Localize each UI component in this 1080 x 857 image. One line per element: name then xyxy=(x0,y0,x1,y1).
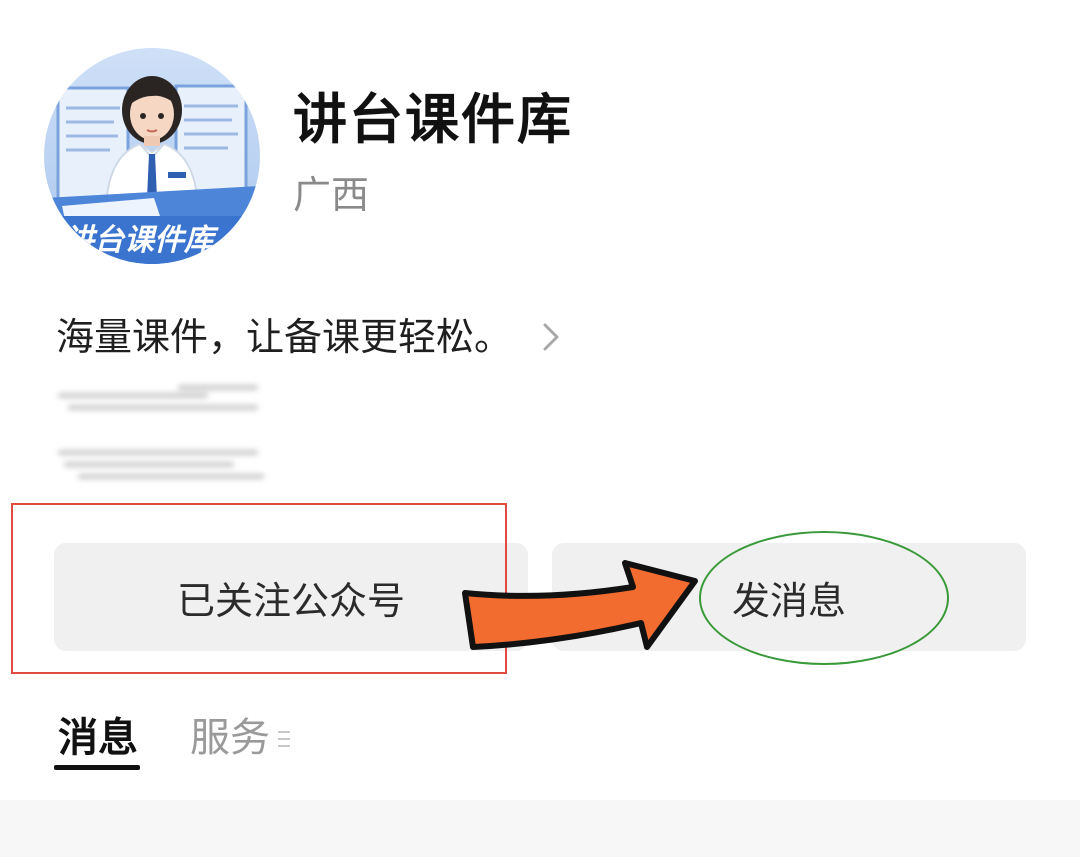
account-avatar[interactable]: 讲台课件库 xyxy=(44,48,260,264)
active-tab-indicator xyxy=(54,765,140,770)
account-intro: 海量课件，让备课更轻松。 xyxy=(56,315,513,359)
avatar-illustration: 讲台课件库 xyxy=(44,48,260,264)
account-region: 广西 xyxy=(293,173,370,217)
tab-messages[interactable]: 消息 xyxy=(58,712,138,764)
chevron-right-icon xyxy=(542,322,560,352)
obscured-info-line xyxy=(58,444,264,480)
menu-lines-icon[interactable] xyxy=(276,728,292,750)
tab-services[interactable]: 服务 xyxy=(190,712,270,764)
arrow-icon xyxy=(462,560,698,650)
highlight-box xyxy=(11,503,507,674)
highlight-ellipse xyxy=(699,531,949,665)
account-name: 讲台课件库 xyxy=(293,88,573,151)
avatar-caption: 讲台课件库 xyxy=(64,224,219,257)
obscured-info-line xyxy=(58,383,264,419)
message-list-area xyxy=(0,800,1080,857)
account-intro-row[interactable]: 海量课件，让备课更轻松。 xyxy=(56,310,560,364)
